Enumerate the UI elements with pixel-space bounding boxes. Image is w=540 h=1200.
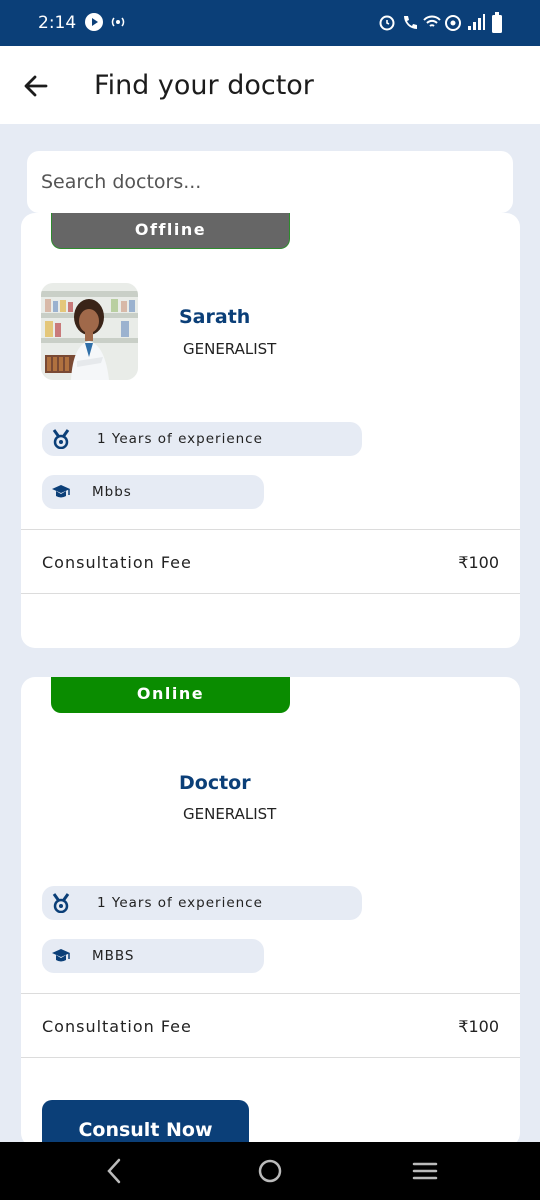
- nav-home-icon[interactable]: [257, 1157, 283, 1185]
- qualification-text: Mbbs: [92, 484, 132, 500]
- wifi-call-icon: [404, 16, 417, 29]
- divider: [21, 593, 520, 594]
- battery-icon: [492, 12, 502, 33]
- fee-label: Consultation Fee: [42, 1017, 192, 1036]
- nfc-icon: [445, 15, 461, 31]
- doctor-name: Sarath: [179, 306, 251, 328]
- graduation-cap-icon: [52, 485, 70, 498]
- doctor-name: Doctor: [179, 772, 251, 794]
- doctor-avatar: [41, 283, 138, 380]
- fee-label: Consultation Fee: [42, 553, 192, 572]
- search-input[interactable]: [27, 151, 513, 213]
- fee-value: ₹100: [458, 1017, 499, 1036]
- wifi-icon: [423, 15, 441, 27]
- medal-icon: [52, 893, 70, 913]
- nav-back-icon[interactable]: [104, 1157, 124, 1185]
- status-bar: 2:14: [0, 0, 540, 46]
- graduation-cap-icon: [52, 949, 70, 962]
- nav-recents-icon[interactable]: [412, 1157, 438, 1185]
- doctor-card[interactable]: Offline Sarath GENERALIST 1 Years of exp…: [21, 213, 520, 648]
- experience-pill: 1 Years of experience: [42, 422, 362, 456]
- status-badge: Online: [51, 677, 290, 713]
- doctor-card[interactable]: Online Doctor GENERALIST 1 Years of expe…: [21, 677, 520, 1147]
- medal-icon: [52, 429, 70, 449]
- qualification-text: MBBS: [92, 948, 135, 964]
- status-badge: Offline: [51, 213, 290, 249]
- consult-now-button[interactable]: Consult Now: [42, 1100, 249, 1147]
- qualification-pill: MBBS: [42, 939, 264, 973]
- app-bar: Find your doctor: [0, 46, 540, 124]
- experience-pill: 1 Years of experience: [42, 886, 362, 920]
- page-title: Find your doctor: [94, 70, 314, 101]
- back-arrow-icon[interactable]: [20, 70, 52, 102]
- hotspot-icon: [111, 17, 125, 27]
- divider: [21, 993, 520, 994]
- doctor-specialty: GENERALIST: [183, 805, 277, 823]
- system-nav-bar: [0, 1142, 540, 1200]
- experience-text: 1 Years of experience: [97, 431, 263, 447]
- fee-value: ₹100: [458, 553, 499, 572]
- experience-text: 1 Years of experience: [97, 895, 263, 911]
- divider: [21, 1057, 520, 1058]
- play-icon: [85, 13, 103, 31]
- search-box: [27, 151, 513, 213]
- signal-icon: [468, 14, 485, 30]
- status-time: 2:14: [38, 13, 77, 33]
- qualification-pill: Mbbs: [42, 475, 264, 509]
- alarm-icon: [379, 15, 395, 31]
- doctor-specialty: GENERALIST: [183, 340, 277, 358]
- divider: [21, 529, 520, 530]
